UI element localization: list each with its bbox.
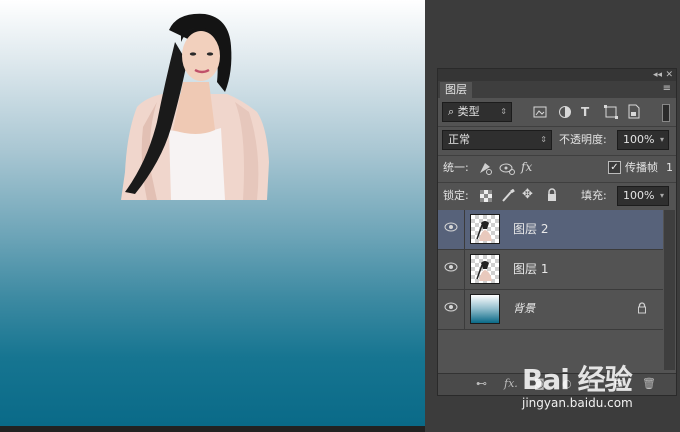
- shape-filter-icon[interactable]: [604, 105, 618, 119]
- adjustment-filter-icon[interactable]: [558, 105, 572, 119]
- lock-label: 锁定:: [443, 189, 469, 202]
- filter-row: ⌕ 类型 ⇕ T: [438, 101, 676, 125]
- canvas-scroll-edge: [0, 426, 425, 432]
- divider: [438, 155, 676, 156]
- portrait-thumbnail-icon: [476, 261, 492, 281]
- search-icon: ⌕: [448, 105, 455, 118]
- fx-icon[interactable]: fx.: [504, 377, 518, 391]
- woman-photo-layer: [121, 13, 269, 200]
- watermark-logo-text: Bai 经验: [522, 363, 633, 396]
- blend-mode-value: 正常: [448, 133, 470, 146]
- layer-row[interactable]: 背景: [438, 290, 663, 330]
- collapse-icon[interactable]: ◂◂: [653, 69, 662, 81]
- filter-toggle-switch[interactable]: [662, 104, 670, 122]
- dropdown-arrow-icon: ▾: [659, 135, 664, 144]
- updown-arrow-icon: ⇕: [540, 135, 547, 144]
- layer-thumbnail: [470, 214, 500, 244]
- document-canvas[interactable]: [0, 0, 425, 426]
- layer-name: 图层 1: [513, 262, 549, 276]
- filter-kind-label: 类型: [457, 105, 480, 118]
- opacity-field[interactable]: 100% ▾: [617, 130, 669, 150]
- link-layers-icon[interactable]: ⊷: [476, 377, 487, 391]
- unify-row: 统一: fx ✓ 传播帧 1: [438, 159, 676, 179]
- panel-menu-icon[interactable]: ≡: [663, 82, 671, 96]
- layers-panel: ◂◂ ✕ 图层 ≡ ⌕ 类型 ⇕ T 正常 ⇕ 不透明度: 100% ▾ 统一:…: [437, 68, 677, 396]
- unify-style-icon[interactable]: fx: [521, 160, 532, 174]
- layer-thumbnail: [470, 254, 500, 284]
- opacity-value: 100%: [623, 133, 655, 146]
- tab-layers[interactable]: 图层: [440, 82, 472, 98]
- opacity-label: 不透明度:: [559, 133, 607, 146]
- layer-row[interactable]: 图层 1: [438, 250, 663, 290]
- smart-object-filter-icon[interactable]: [628, 104, 640, 119]
- divider: [464, 290, 465, 329]
- lock-row: 锁定: ✥ 填充: 100% ▾: [438, 185, 676, 209]
- divider: [438, 126, 676, 127]
- watermark-url: jingyan.baidu.com: [522, 396, 633, 410]
- unify-position-icon[interactable]: [477, 161, 493, 175]
- fill-field[interactable]: 100% ▾: [617, 186, 669, 206]
- divider: [464, 210, 465, 249]
- updown-arrow-icon: ⇕: [500, 107, 507, 116]
- lock-position-icon[interactable]: ✥: [522, 188, 533, 202]
- image-filter-icon[interactable]: [533, 106, 547, 118]
- unify-label: 统一:: [443, 161, 469, 174]
- lock-all-icon[interactable]: [546, 188, 558, 202]
- layer-row[interactable]: 图层 2: [438, 210, 663, 250]
- baidu-jingyan-watermark: Bai 经验 jingyan.baidu.com: [522, 358, 672, 414]
- layers-list: 图层 2 图层 1 背景: [438, 210, 663, 370]
- layers-scrollbar[interactable]: [664, 210, 675, 370]
- blend-mode-dropdown[interactable]: 正常 ⇕: [442, 130, 552, 150]
- propagate-frame-value: 1: [666, 161, 673, 174]
- divider: [464, 250, 465, 289]
- close-icon[interactable]: ✕: [665, 69, 673, 81]
- unify-visibility-icon[interactable]: [499, 161, 515, 175]
- layer-name: 背景: [513, 302, 535, 315]
- visibility-eye-icon[interactable]: [443, 262, 459, 276]
- panel-tab-bar: 图层 ≡: [438, 81, 676, 98]
- fill-value: 100%: [623, 189, 655, 202]
- blend-row: 正常 ⇕ 不透明度: 100% ▾: [438, 129, 676, 153]
- type-filter-icon[interactable]: T: [581, 105, 589, 119]
- propagate-label: 传播帧: [625, 161, 658, 174]
- lock-transparent-pixels-icon[interactable]: [480, 190, 492, 202]
- panel-title-bar[interactable]: ◂◂ ✕: [438, 69, 676, 81]
- layer-thumbnail: [470, 294, 500, 324]
- visibility-eye-icon[interactable]: [443, 222, 459, 236]
- dropdown-arrow-icon: ▾: [659, 191, 664, 200]
- visibility-eye-icon[interactable]: [443, 302, 459, 316]
- fill-label: 填充:: [581, 189, 607, 202]
- divider: [438, 182, 676, 183]
- propagate-checkbox[interactable]: ✓: [608, 161, 621, 174]
- filter-kind-dropdown[interactable]: ⌕ 类型 ⇕: [442, 102, 512, 122]
- layer-name: 图层 2: [513, 222, 549, 236]
- lock-image-pixels-icon[interactable]: [501, 189, 515, 203]
- lock-icon: [637, 302, 647, 317]
- portrait-thumbnail-icon: [476, 221, 492, 241]
